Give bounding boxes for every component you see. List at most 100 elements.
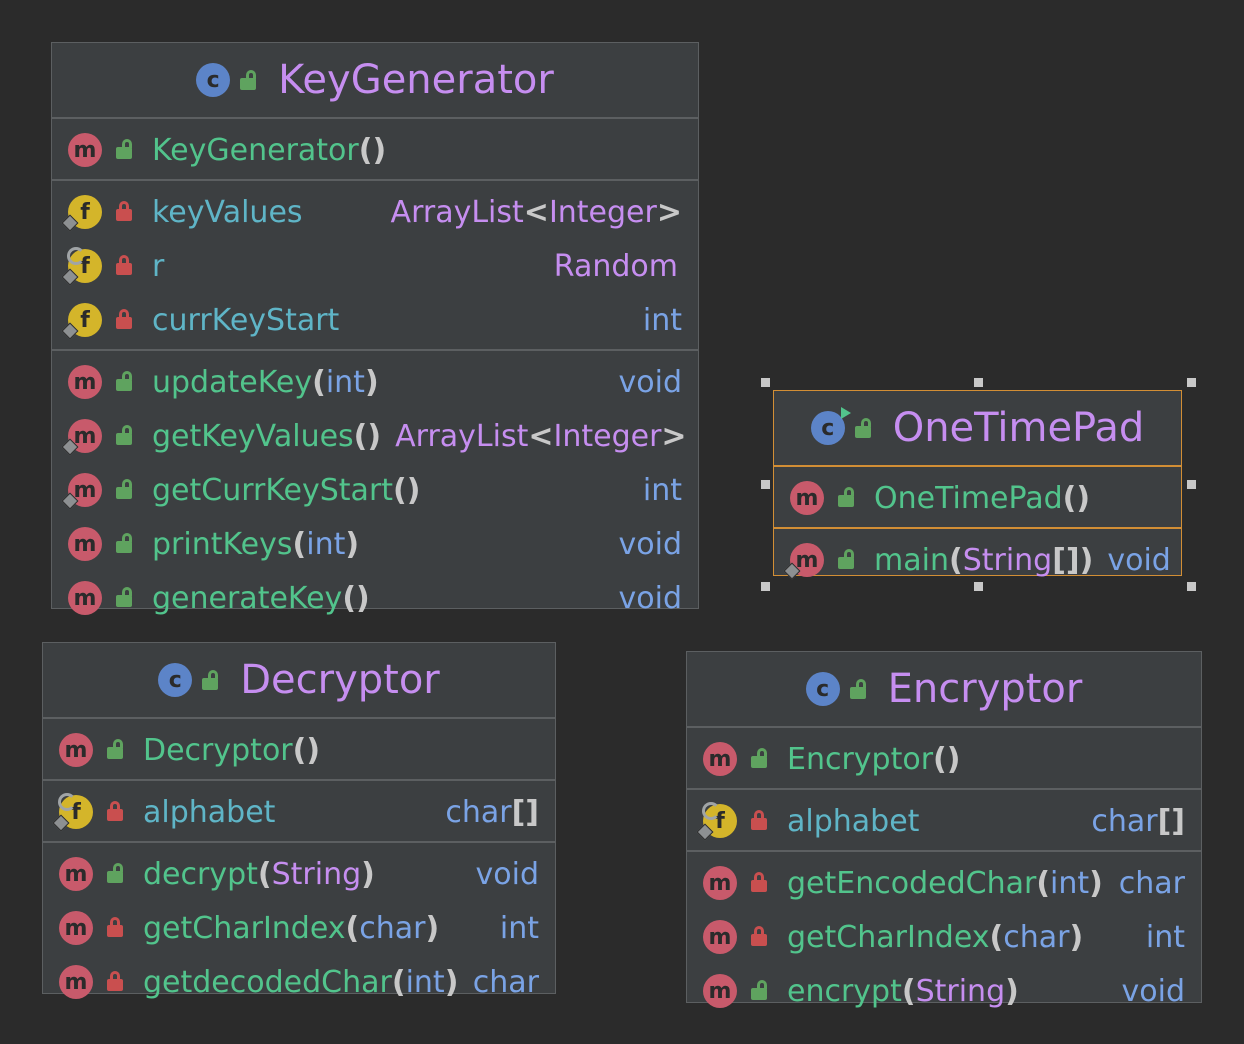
method-name: encrypt <box>787 973 902 1009</box>
resize-handle[interactable] <box>761 582 770 591</box>
class-box-decryptor[interactable]: c Decryptor m Decryptor() f alphabet cha… <box>42 642 556 1000</box>
return-type: int <box>499 910 539 946</box>
class-box-keygenerator[interactable]: c KeyGenerator m KeyGenerator() f keyVal… <box>51 42 699 616</box>
public-icon <box>751 748 767 768</box>
public-icon <box>838 549 854 569</box>
method-icon: m <box>59 965 93 999</box>
field-row[interactable]: f currKeyStart int <box>52 293 698 347</box>
constructors-section: m OneTimePad() <box>774 465 1181 527</box>
public-icon <box>116 479 132 499</box>
field-name: alphabet <box>143 794 276 830</box>
class-box-encryptor[interactable]: c Encryptor m Encryptor() f alphabet cha… <box>686 651 1202 1009</box>
method-row[interactable]: m decrypt(String) void <box>43 847 555 901</box>
methods-section: m main(String[]) void <box>774 527 1181 589</box>
methods-section: m updateKey(int) void m getKeyValues() A… <box>52 349 698 627</box>
class-icon: c <box>810 411 845 445</box>
constructor-row[interactable]: m Decryptor() <box>43 723 555 777</box>
method-row[interactable]: m encrypt(String) void <box>687 964 1201 1018</box>
field-row[interactable]: f alphabet char[] <box>687 794 1201 848</box>
resize-handle[interactable] <box>974 582 983 591</box>
resize-handle[interactable] <box>1187 480 1196 489</box>
run-icon <box>840 407 851 419</box>
constructor-row[interactable]: m KeyGenerator() <box>52 123 698 177</box>
return-type: ArrayList <box>395 418 529 454</box>
field-type: int <box>642 302 682 338</box>
field-row[interactable]: f alphabet char[] <box>43 785 555 839</box>
fields-section: f alphabet char[] <box>687 788 1201 850</box>
class-name: OneTimePad <box>892 405 1145 451</box>
field-type: ArrayList <box>390 194 524 230</box>
resize-handle[interactable] <box>1187 378 1196 387</box>
method-row[interactable]: m getEncodedChar(int) char <box>687 856 1201 910</box>
method-row[interactable]: m generateKey() void <box>52 571 698 625</box>
constructor-name: Encryptor <box>787 741 934 777</box>
public-icon <box>240 70 257 90</box>
field-name: keyValues <box>152 194 303 230</box>
field-row[interactable]: f r Random <box>52 239 698 293</box>
class-icon: c <box>805 672 840 706</box>
constructors-section: m Decryptor() <box>43 717 555 779</box>
field-name: r <box>152 248 165 284</box>
fields-section: f alphabet char[] <box>43 779 555 841</box>
return-type: char <box>472 964 539 1000</box>
method-name: updateKey <box>152 364 313 400</box>
public-icon <box>838 487 854 507</box>
method-row[interactable]: m getCurrKeyStart() int <box>52 463 698 517</box>
class-box-onetimepad[interactable]: c OneTimePad m OneTimePad() m main(Strin… <box>773 390 1182 580</box>
constructors-section: m Encryptor() <box>687 726 1201 788</box>
private-icon <box>107 801 123 821</box>
resize-handle[interactable] <box>974 378 983 387</box>
private-icon <box>116 309 132 329</box>
method-name: getCharIndex <box>143 910 346 946</box>
method-row[interactable]: m updateKey(int) void <box>52 355 698 409</box>
constructor-row[interactable]: m Encryptor() <box>687 732 1201 786</box>
field-type: char <box>445 794 512 830</box>
public-icon <box>202 670 219 690</box>
class-header: c Decryptor <box>43 643 555 717</box>
method-icon: m <box>68 365 102 399</box>
public-icon <box>107 863 123 883</box>
constructor-name: OneTimePad <box>874 480 1063 516</box>
field-type: Random <box>553 248 678 284</box>
method-name: getCharIndex <box>787 919 990 955</box>
return-type: void <box>618 580 683 616</box>
method-row[interactable]: m getKeyValues() ArrayList < Integer > <box>52 409 698 463</box>
method-icon: m <box>68 527 102 561</box>
class-icon: c <box>158 663 193 697</box>
class-name: Decryptor <box>240 657 440 703</box>
method-name: getdecodedChar <box>143 964 392 1000</box>
field-name: alphabet <box>787 803 920 839</box>
method-name: getEncodedChar <box>787 865 1037 901</box>
class-header: c Encryptor <box>687 652 1201 726</box>
class-name: KeyGenerator <box>278 57 554 103</box>
method-row[interactable]: m getCharIndex(char) int <box>43 901 555 955</box>
method-row[interactable]: m main(String[]) void <box>774 533 1181 587</box>
public-icon <box>116 425 132 445</box>
private-icon <box>751 926 767 946</box>
field-row[interactable]: f keyValues ArrayList < Integer > <box>52 185 698 239</box>
method-row[interactable]: m printKeys(int) void <box>52 517 698 571</box>
class-name: Encryptor <box>887 666 1083 712</box>
return-type: void <box>1107 542 1171 578</box>
private-icon <box>107 917 123 937</box>
return-type: int <box>1145 919 1185 955</box>
constructor-row[interactable]: m OneTimePad() <box>774 471 1181 525</box>
public-icon <box>854 418 871 438</box>
constructor-name: Decryptor <box>143 732 293 768</box>
method-icon: m <box>703 742 737 776</box>
class-icon: c <box>196 63 231 97</box>
method-name: generateKey <box>152 580 343 616</box>
method-row[interactable]: m getdecodedChar(int) char <box>43 955 555 1009</box>
resize-handle[interactable] <box>1187 582 1196 591</box>
method-icon: m <box>703 920 737 954</box>
method-row[interactable]: m getCharIndex(char) int <box>687 910 1201 964</box>
method-icon: m <box>68 133 102 167</box>
resize-handle[interactable] <box>761 480 770 489</box>
private-icon <box>751 872 767 892</box>
public-icon <box>116 533 132 553</box>
resize-handle[interactable] <box>761 378 770 387</box>
private-icon <box>751 810 767 830</box>
method-name: getKeyValues <box>152 418 354 454</box>
class-header: c KeyGenerator <box>52 43 698 117</box>
public-icon <box>116 587 132 607</box>
